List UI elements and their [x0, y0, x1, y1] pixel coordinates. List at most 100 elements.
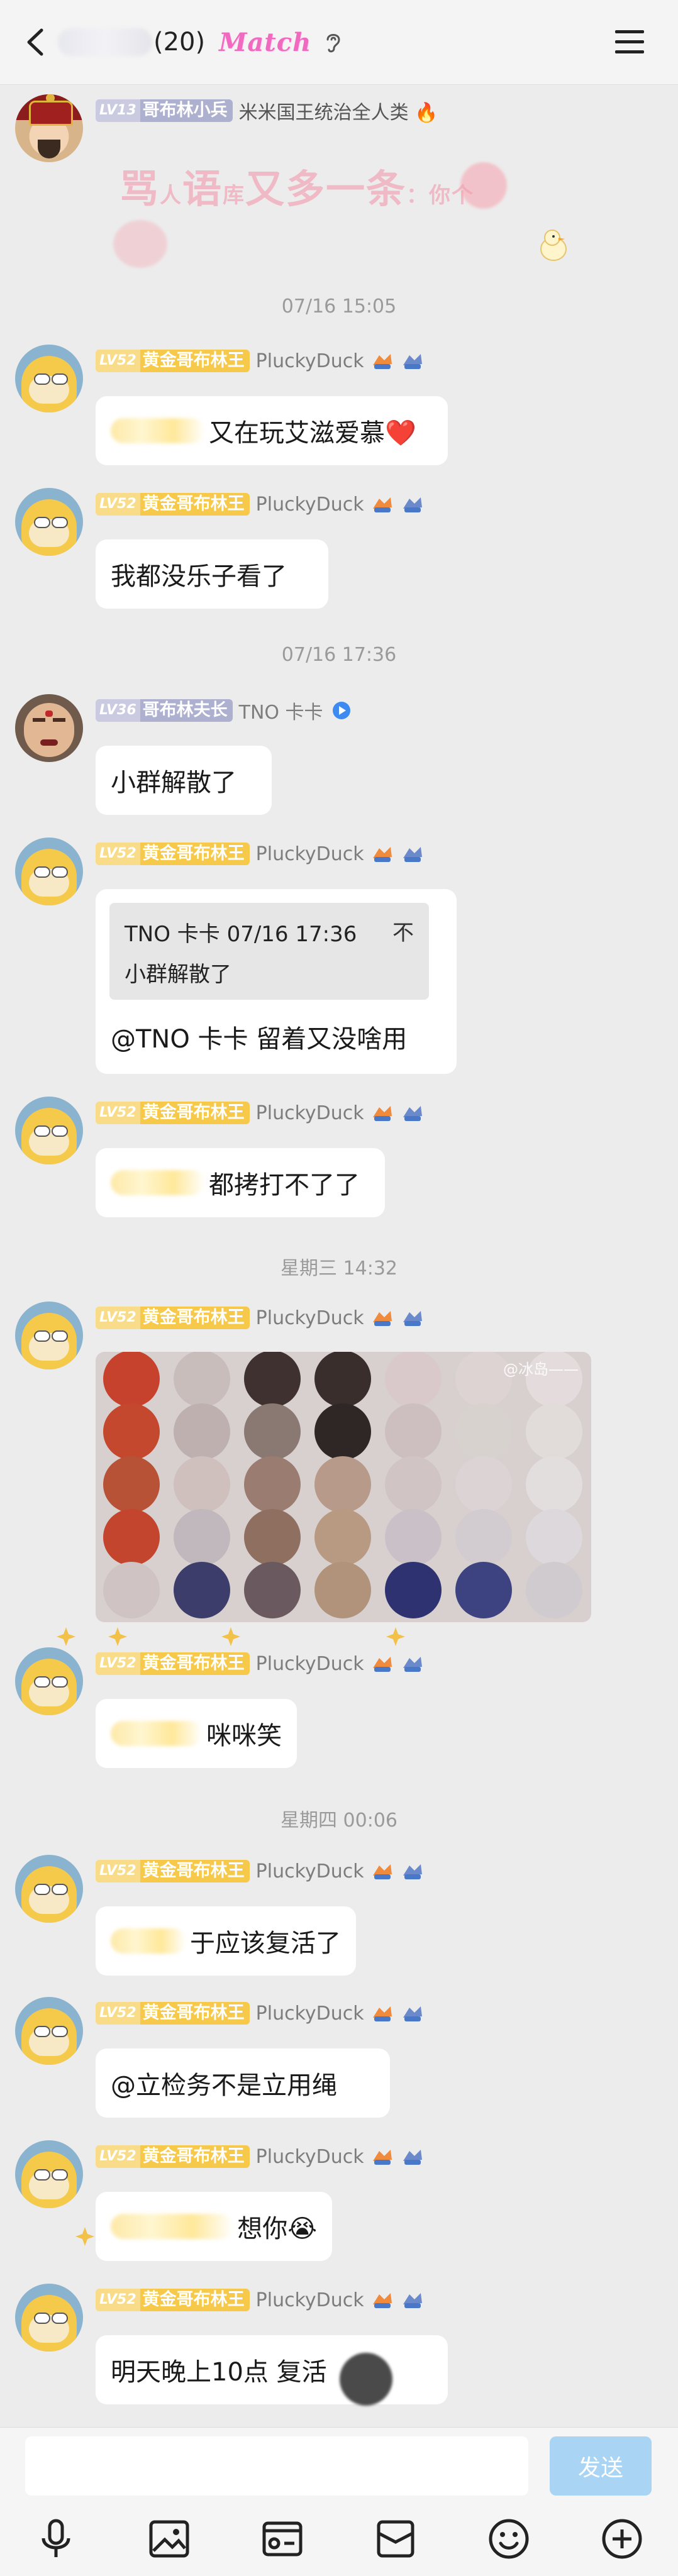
message-meta: LV52 黄金哥布林王 PluckyDuck: [96, 492, 425, 517]
message-meta: LV52 黄金哥布林王 PluckyDuck: [96, 2287, 425, 2313]
message-bubble[interactable]: 想你😭: [96, 2192, 332, 2261]
obscured-blob: [340, 2353, 392, 2406]
medal-icon: [403, 354, 422, 369]
message-text: 咪咪笑: [206, 1722, 282, 1750]
message-text: 又在玩艾滋爱慕❤️: [209, 419, 416, 448]
level-badge: LV52 黄金哥布林王: [96, 350, 250, 372]
message-meta: LV52 黄金哥布林王 PluckyDuck: [96, 1859, 425, 1884]
user-avatar[interactable]: [15, 2140, 83, 2208]
image-blur-tile: [526, 1509, 582, 1566]
ear-icon[interactable]: [323, 30, 344, 55]
medal-icon: [372, 1106, 392, 1121]
image-blur-tile: [385, 1456, 442, 1513]
level-badge: LV52 黄金哥布林王: [96, 843, 250, 865]
message-bubble[interactable]: 又在玩艾滋爱慕❤️: [96, 396, 448, 465]
user-avatar[interactable]: [15, 1855, 83, 1923]
message-bubble[interactable]: 于应该复活了: [96, 1906, 356, 1976]
message-bubble[interactable]: 小群解散了: [96, 746, 272, 815]
video-icon[interactable]: [259, 2516, 306, 2562]
obscured-text: [111, 1170, 205, 1195]
plus-icon[interactable]: [599, 2516, 645, 2562]
message-text: 想你😭: [237, 2214, 317, 2243]
sparkle-icon: [386, 1627, 405, 1646]
sender-nickname[interactable]: PluckyDuck: [256, 494, 364, 516]
medal-icon: [372, 2006, 392, 2021]
duck-sticker-icon: [540, 229, 567, 261]
level-badge: LV52 黄金哥布林王: [96, 1860, 250, 1882]
user-avatar[interactable]: [15, 694, 83, 762]
microphone-icon[interactable]: [33, 2516, 79, 2562]
quoted-message[interactable]: TNO 卡卡 07/16 17:36 不小群解散了: [109, 903, 429, 1000]
pinned-avatar[interactable]: [15, 94, 83, 162]
sender-nickname[interactable]: PluckyDuck: [256, 2003, 364, 2025]
image-icon[interactable]: [146, 2516, 192, 2562]
message-meta: LV52 黄金哥布林王 PluckyDuck: [96, 1100, 425, 1125]
image-blur-tile: [385, 1352, 442, 1407]
quote-body: 小群解散了: [125, 962, 231, 987]
sparkle-icon: [57, 1627, 75, 1646]
sender-nickname[interactable]: PluckyDuck: [256, 1102, 364, 1124]
sender-nickname[interactable]: PluckyDuck: [256, 2146, 364, 2168]
pinned-announcement: 米米国王统治全人类 🔥: [238, 102, 438, 124]
level-badge: LV52 黄金哥布林王: [96, 493, 250, 516]
message-input[interactable]: [25, 2436, 528, 2496]
sender-nickname[interactable]: PluckyDuck: [256, 1860, 364, 1882]
image-blur-tile: [244, 1352, 301, 1407]
member-count: (20): [153, 28, 206, 57]
sender-nickname[interactable]: PluckyDuck: [256, 1307, 364, 1329]
message-meta: LV52 黄金哥布林王 PluckyDuck: [96, 841, 425, 866]
back-arrow-icon[interactable]: [19, 24, 55, 60]
pinned-banner: 骂人语库又多一条：你个: [119, 166, 475, 212]
message-text: 小群解散了: [111, 768, 236, 797]
user-avatar[interactable]: [15, 1997, 83, 2065]
medal-icon: [403, 1657, 422, 1672]
message-bubble[interactable]: 咪咪笑: [96, 1699, 297, 1768]
image-blur-tile: [314, 1562, 371, 1618]
image-blur-tile: [385, 1509, 442, 1566]
image-blur-tile: [385, 1403, 442, 1460]
sender-nickname[interactable]: PluckyDuck: [256, 2289, 364, 2311]
sender-nickname[interactable]: PluckyDuck: [256, 350, 364, 372]
message-bubble[interactable]: 都拷打不了了: [96, 1148, 385, 1217]
message-bubble[interactable]: 明天晚上10点 复活: [96, 2335, 448, 2404]
image-blur-tile: [314, 1403, 371, 1460]
message-meta: LV52 黄金哥布林王 PluckyDuck: [96, 1305, 425, 1330]
obscured-text: [111, 1928, 186, 1954]
quoted-reply-bubble[interactable]: TNO 卡卡 07/16 17:36 不小群解散了 @TNO 卡卡 留着又没啥用: [96, 889, 457, 1074]
sender-nickname[interactable]: TNO 卡卡: [239, 697, 323, 724]
message-meta: LV52 黄金哥布林王 PluckyDuck: [96, 2144, 425, 2169]
medal-icon: [372, 2150, 392, 2165]
image-blur-tile: [455, 1403, 512, 1460]
image-blur-tile: [103, 1562, 160, 1618]
image-message[interactable]: @冰岛——: [96, 1352, 591, 1622]
user-avatar[interactable]: [15, 1302, 83, 1369]
image-watermark: @冰岛——: [503, 1361, 579, 1378]
chat-header: (20) Match: [0, 0, 678, 85]
user-avatar[interactable]: [15, 488, 83, 556]
image-blur-tile: [103, 1352, 160, 1407]
medal-icon: [372, 354, 392, 369]
menu-icon[interactable]: [613, 28, 647, 57]
message-bubble[interactable]: 我都没乐子看了: [96, 539, 328, 609]
emoji-icon[interactable]: [486, 2516, 532, 2562]
user-avatar[interactable]: [15, 2284, 83, 2352]
image-blur-tile: [244, 1562, 301, 1618]
quote-trailing-text: 不: [392, 920, 414, 946]
medal-icon: [372, 497, 392, 512]
message-text: @立检务不是立用绳: [111, 2071, 337, 2100]
match-badge[interactable]: Match: [219, 28, 311, 57]
image-blur-tile: [455, 1456, 512, 1513]
sender-nickname[interactable]: PluckyDuck: [256, 843, 364, 865]
message-bubble[interactable]: @立检务不是立用绳: [96, 2048, 390, 2118]
user-avatar[interactable]: [15, 345, 83, 412]
image-blur-tile: [244, 1456, 301, 1513]
send-button[interactable]: 发送: [550, 2436, 652, 2496]
user-avatar[interactable]: [15, 1647, 83, 1715]
user-avatar[interactable]: [15, 1097, 83, 1164]
image-blur-tile: [174, 1509, 230, 1566]
image-blur-tile: [244, 1403, 301, 1460]
user-avatar[interactable]: [15, 837, 83, 905]
box-icon[interactable]: [372, 2516, 419, 2562]
sender-nickname[interactable]: PluckyDuck: [256, 1653, 364, 1675]
level-badge: LV13 哥布林小兵: [96, 99, 233, 122]
